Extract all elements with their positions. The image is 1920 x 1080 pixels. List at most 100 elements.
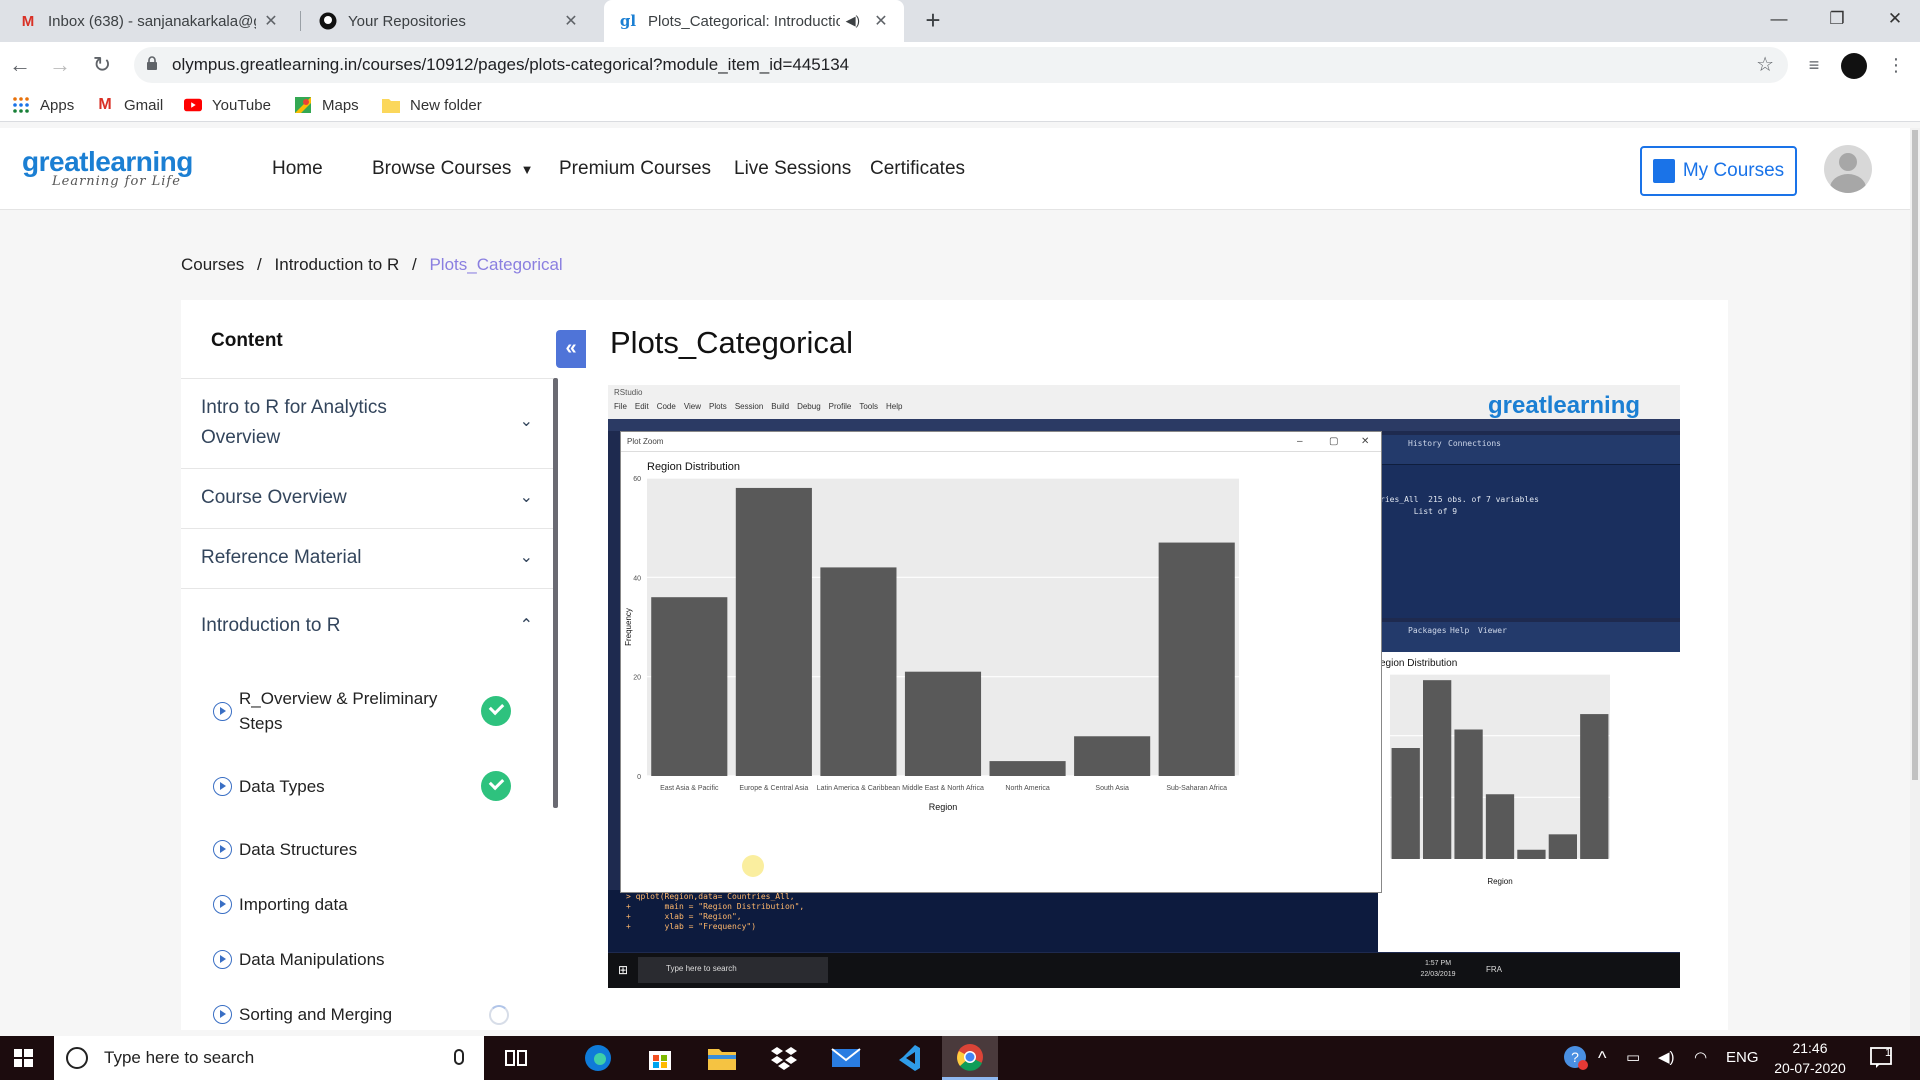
rstudio-menu-item: Debug — [797, 402, 821, 411]
bookmark-label: YouTube — [212, 96, 271, 114]
tab-github[interactable]: Your Repositories ✕ — [304, 0, 594, 42]
bookmark-youtube[interactable]: YouTube — [184, 88, 271, 122]
pane-tab: History — [1408, 439, 1442, 448]
env-line: ries_All 215 obs. of 7 variables — [1380, 495, 1539, 504]
new-tab-button[interactable]: + — [918, 6, 948, 36]
book-icon — [1652, 159, 1675, 183]
close-icon[interactable]: ✕ — [262, 11, 280, 31]
close-window-button[interactable]: ✕ — [1866, 0, 1920, 38]
task-view-icon[interactable] — [488, 1036, 544, 1080]
file-explorer-icon[interactable] — [694, 1036, 750, 1080]
nav-home[interactable]: Home — [272, 128, 323, 210]
bar-middle-east-north-africa — [1485, 794, 1515, 859]
play-icon — [213, 840, 232, 859]
page-scrollbar[interactable] — [1910, 128, 1920, 1036]
greatlearning-icon: gl — [619, 12, 637, 30]
play-icon — [213, 1005, 232, 1024]
rstudio-menu-item: Code — [656, 402, 676, 411]
mail-icon[interactable] — [818, 1036, 874, 1080]
microphone-icon[interactable] — [454, 1049, 464, 1065]
chevron-up-icon[interactable]: ^ — [1598, 1036, 1606, 1080]
nav-browse-courses[interactable]: Browse Courses ▼ — [372, 128, 534, 210]
breadcrumb-separator: / — [257, 255, 262, 274]
rstudio-menu-item: Session — [734, 402, 764, 411]
browser-toolbar: ← → ↻ olympus.greatlearning.in/courses/1… — [0, 42, 1920, 88]
language-indicator[interactable]: ENG — [1726, 1036, 1759, 1080]
close-icon[interactable]: ✕ — [872, 11, 890, 31]
restore-button[interactable]: ❐ — [1808, 0, 1866, 38]
store-icon[interactable] — [632, 1036, 688, 1080]
section-reference-material[interactable]: Reference Material ⌄ — [181, 528, 553, 588]
bookmark-apps[interactable]: Apps — [12, 88, 74, 122]
logo-tagline: Learning for Life — [52, 174, 181, 189]
greatlearning-logo[interactable]: greatlearning Learning for Life — [22, 146, 193, 189]
my-courses-button[interactable]: My Courses — [1640, 146, 1797, 196]
tab-gmail[interactable]: M Inbox (638) - sanjanakarkala@gmail.com… — [4, 0, 294, 42]
nav-certificates[interactable]: Certificates — [870, 128, 965, 210]
profile-avatar[interactable] — [1841, 53, 1867, 79]
bookmark-new-folder[interactable]: New folder — [382, 88, 482, 122]
x-tick-label: Latin America & Caribbean — [817, 785, 900, 792]
bookmark-label: Apps — [40, 96, 75, 114]
sidebar-title: Content — [211, 330, 283, 351]
rstudio-menu-item: View — [683, 402, 702, 411]
breadcrumb-courses[interactable]: Courses — [181, 255, 244, 274]
battery-icon[interactable]: ▭ — [1626, 1036, 1640, 1080]
sidebar-scrollbar[interactable] — [553, 378, 558, 808]
bar-east-asia-pacific — [1391, 748, 1420, 859]
user-avatar[interactable] — [1824, 145, 1872, 193]
collapse-sidebar-button[interactable]: « — [556, 330, 586, 368]
chrome-icon[interactable] — [942, 1036, 998, 1080]
back-button[interactable]: ← — [4, 49, 36, 81]
mini-bar-chart: egion Distribution Region — [1378, 652, 1680, 952]
section-introduction-to-r[interactable]: Introduction to R ⌃ — [181, 588, 553, 648]
clock[interactable]: 21:46 20-07-2020 — [1765, 1038, 1855, 1078]
x-tick-label: Middle East & North Africa — [902, 785, 984, 792]
breadcrumb-course[interactable]: Introduction to R — [275, 255, 400, 274]
tab-plots-categorical[interactable]: gl Plots_Categorical: Introduction to R … — [604, 0, 904, 42]
bookmark-star-icon[interactable]: ☆ — [1756, 47, 1774, 83]
close-icon[interactable]: ✕ — [562, 11, 580, 31]
bookmark-maps[interactable]: Maps — [294, 88, 359, 122]
help-icon[interactable]: ? — [1562, 1036, 1590, 1080]
minimize-button[interactable]: — — [1750, 0, 1808, 38]
start-button[interactable] — [0, 1036, 48, 1080]
svg-text:?: ? — [1571, 1049, 1579, 1065]
address-bar[interactable]: olympus.greatlearning.in/courses/10912/p… — [134, 47, 1788, 83]
breadcrumb: Courses / Introduction to R / Plots_Cate… — [181, 255, 571, 275]
windows-logo-icon: ⊞ — [618, 963, 629, 977]
bar-south-asia — [1074, 736, 1151, 776]
bar-east-asia-pacific — [651, 597, 728, 776]
notifications-icon[interactable]: 1 — [1868, 1036, 1898, 1080]
taskbar-search[interactable]: Type here to search — [54, 1036, 484, 1080]
scrollbar-thumb[interactable] — [1912, 130, 1918, 780]
bar-north-america — [1517, 849, 1546, 859]
nav-live-sessions[interactable]: Live Sessions — [734, 128, 851, 210]
nav-premium-courses[interactable]: Premium Courses — [559, 128, 711, 210]
section-course-overview[interactable]: Course Overview ⌄ — [181, 468, 553, 528]
reload-button[interactable]: ↻ — [86, 49, 118, 81]
avatar-body — [1830, 174, 1866, 193]
bar-europe-central-asia — [735, 487, 812, 776]
folder-icon — [382, 96, 400, 114]
volume-icon[interactable]: ◀) — [1658, 1036, 1675, 1080]
vscode-icon[interactable] — [880, 1036, 936, 1080]
tab-title: Your Repositories — [348, 12, 466, 30]
wifi-icon[interactable]: ◠ — [1694, 1036, 1707, 1080]
bookmark-gmail[interactable]: M Gmail — [96, 88, 163, 122]
bar-europe-central-asia — [1423, 680, 1452, 859]
speaker-icon[interactable]: ◀) — [846, 13, 860, 29]
plot-zoom-window: Plot Zoom – ▢ ✕ East Asia & Pacific Europ… — [620, 431, 1382, 893]
bookmark-label: Maps — [322, 96, 359, 114]
dropbox-icon[interactable] — [756, 1036, 812, 1080]
menu-dots-icon[interactable]: ⋮ — [1880, 49, 1912, 81]
chevron-down-icon: ⌄ — [519, 549, 533, 566]
section-intro-to-r-analytics[interactable]: Intro to R for Analytics Overview ⌄ — [181, 378, 553, 468]
bar-south-asia — [1548, 834, 1577, 859]
bookmarks-bar: Apps M Gmail YouTube Maps New folder — [0, 88, 1920, 122]
edge-icon[interactable] — [570, 1036, 626, 1080]
media-controls-icon[interactable]: ≡ — [1798, 49, 1830, 81]
breadcrumb-separator: / — [412, 255, 417, 274]
play-icon — [213, 895, 232, 914]
forward-button[interactable]: → — [44, 49, 76, 81]
